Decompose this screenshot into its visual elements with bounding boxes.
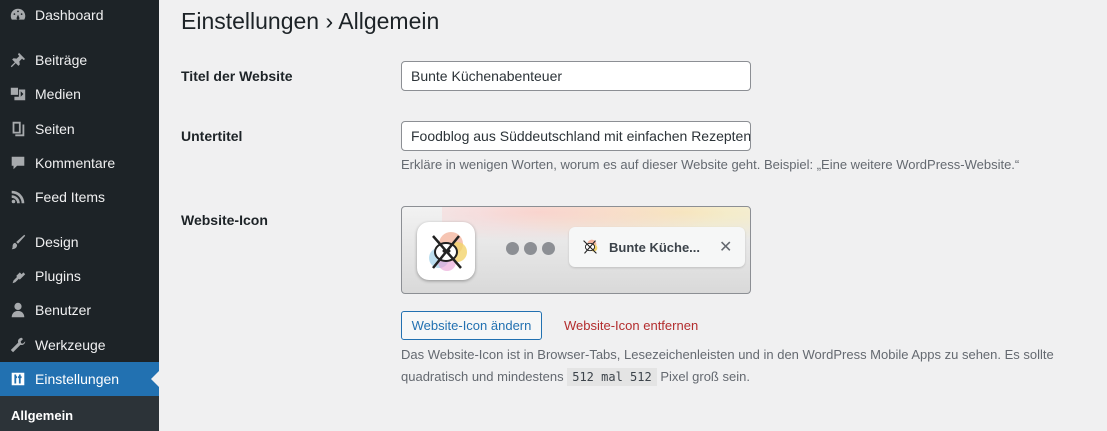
remove-site-icon-button[interactable]: Website-Icon entfernen [564, 318, 698, 333]
browser-tab-preview: Bunte Küche... ✕ [569, 227, 745, 267]
tagline-label: Untertitel [181, 128, 243, 144]
sidebar-submenu: Allgemein [0, 396, 159, 431]
sidebar-item-design[interactable]: Design [0, 225, 159, 259]
window-dot-icon [506, 242, 519, 255]
submenu-item-allgemein[interactable]: Allgemein [11, 408, 73, 423]
change-site-icon-button[interactable]: Website-Icon ändern [401, 311, 542, 340]
sidebar-item-feed-items[interactable]: Feed Items [0, 180, 159, 214]
site-icon-label: Website-Icon [181, 212, 268, 228]
sidebar-item-label: Benutzer [35, 302, 92, 318]
sidebar-item-label: Kommentare [35, 155, 116, 171]
chef-logo-icon [429, 232, 467, 271]
page-title: Einstellungen › Allgemein [181, 8, 440, 34]
settings-icon [8, 369, 28, 389]
favicon-icon [583, 239, 598, 254]
sidebar-item-label: Design [35, 234, 79, 250]
sidebar-item-werkzeuge[interactable]: Werkzeuge [0, 328, 159, 362]
sidebar-item-benutzer[interactable]: Benutzer [0, 293, 159, 327]
pin-icon [8, 50, 28, 70]
dashboard-icon [8, 5, 28, 25]
sidebar-item-dashboard[interactable]: Dashboard [0, 0, 159, 32]
rss-icon [8, 187, 28, 207]
brush-icon [8, 232, 28, 252]
sidebar-item-seiten[interactable]: Seiten [0, 112, 159, 146]
sidebar-item-label: Werkzeuge [35, 337, 106, 353]
admin-sidebar: Dashboard Beiträge Medien Seiten Komment… [0, 0, 159, 431]
sidebar-item-plugins[interactable]: Plugins [0, 259, 159, 293]
sidebar-item-label: Medien [35, 86, 81, 102]
sidebar-item-kommentare[interactable]: Kommentare [0, 146, 159, 180]
site-title-label: Titel der Website [181, 68, 293, 84]
site-icon-description-text-end: Pixel groß sein. [660, 369, 750, 384]
tagline-description: Erkläre in wenigen Worten, worum es auf … [401, 157, 1020, 172]
sidebar-item-label: Dashboard [35, 7, 104, 23]
sidebar-item-medien[interactable]: Medien [0, 77, 159, 111]
current-menu-arrow [151, 371, 159, 387]
media-icon [8, 84, 28, 104]
window-dot-icon [542, 242, 555, 255]
wrench-icon [8, 335, 28, 355]
sidebar-item-beitraege[interactable]: Beiträge [0, 43, 159, 77]
app-icon-preview [417, 222, 475, 280]
user-icon [8, 300, 28, 320]
sidebar-item-label: Einstellungen [35, 371, 120, 387]
pages-icon [8, 119, 28, 139]
tagline-input[interactable]: Foodblog aus Süddeutschland mit einfache… [401, 121, 751, 151]
browser-tab-title: Bunte Küche... [609, 240, 701, 255]
comment-icon [8, 153, 28, 173]
sidebar-item-label: Seiten [35, 121, 75, 137]
site-icon-description: Das Website-Icon ist in Browser-Tabs, Le… [401, 344, 1091, 388]
sidebar-item-label: Feed Items [35, 189, 106, 205]
site-title-input[interactable]: Bunte Küchenabenteuer [401, 61, 751, 91]
close-icon: ✕ [719, 239, 733, 256]
icon-size-code: 512 mal 512 [567, 368, 657, 386]
window-dot-icon [524, 242, 537, 255]
plugin-icon [8, 266, 28, 286]
site-icon-preview: Bunte Küche... ✕ [401, 206, 751, 294]
sidebar-item-label: Plugins [35, 268, 81, 284]
sidebar-item-label: Beiträge [35, 52, 88, 68]
sidebar-item-einstellungen[interactable]: Einstellungen [0, 362, 159, 396]
